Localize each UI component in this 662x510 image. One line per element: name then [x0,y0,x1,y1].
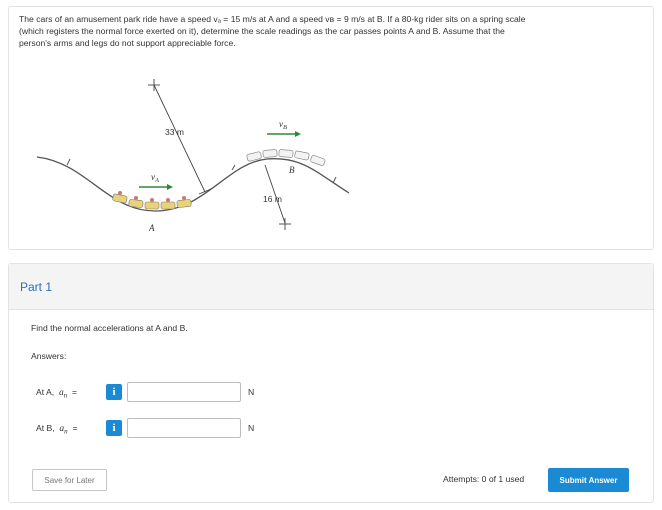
cars-at-a [112,191,192,210]
answer-label-a: At A, an = [36,387,77,400]
symbol-sub-a: n [63,391,68,400]
radius-line-a [153,84,206,193]
submit-answer-button[interactable]: Submit Answer [548,468,629,492]
answer-row-a: At A, an = i N [36,382,276,402]
track-tick-left [66,158,71,166]
problem-card: The cars of an amusement park ride have … [8,6,654,250]
question-text: Find the normal accelerations at A and B… [31,323,188,333]
radius-b-label: 16 m [263,194,282,204]
roller-coaster-figure: 33 m 16 m vA vB A B [36,79,350,233]
track-tick-right [332,176,337,184]
problem-line-2: (which registers the normal force exerte… [19,26,505,36]
part-card: Part 1 Find the normal accelerations at … [8,263,654,503]
point-b-label: B [289,165,295,175]
track-tick-mid [231,164,236,171]
save-for-later-button[interactable]: Save for Later [32,469,107,491]
answer-row-b: At B, an = i N [36,418,276,438]
answers-label: Answers: [31,351,67,361]
va-label: vA [151,172,159,184]
point-label-a: At A, [36,387,55,397]
vb-arrow-head [295,131,301,137]
point-label-b: At B, [36,423,55,433]
va-arrow-head [167,184,173,190]
unit-label-b: N [248,423,255,433]
part-title: Part 1 [20,280,53,294]
track-curve [36,156,350,212]
equals-b: = [72,423,78,433]
point-a-label: A [148,223,155,233]
cars-at-b [246,149,326,166]
problem-line-3: person's arms and legs do not support ap… [19,38,236,48]
part-header: Part 1 [9,264,653,310]
vb-label: vB [279,119,287,131]
info-icon[interactable]: i [106,384,122,400]
answer-label-b: At B, an = [36,423,77,436]
equals-a: = [71,387,77,397]
problem-line-1: The cars of an amusement park ride have … [19,14,526,24]
answer-input-b[interactable] [127,418,241,438]
unit-label-a: N [248,387,255,397]
radius-a-label: 33 m [165,127,184,137]
attempts-counter: Attempts: 0 of 1 used [443,474,525,484]
symbol-sub-b: n [64,427,68,436]
problem-statement: The cars of an amusement park ride have … [19,13,629,49]
answer-input-a[interactable] [127,382,241,402]
info-icon[interactable]: i [106,420,122,436]
